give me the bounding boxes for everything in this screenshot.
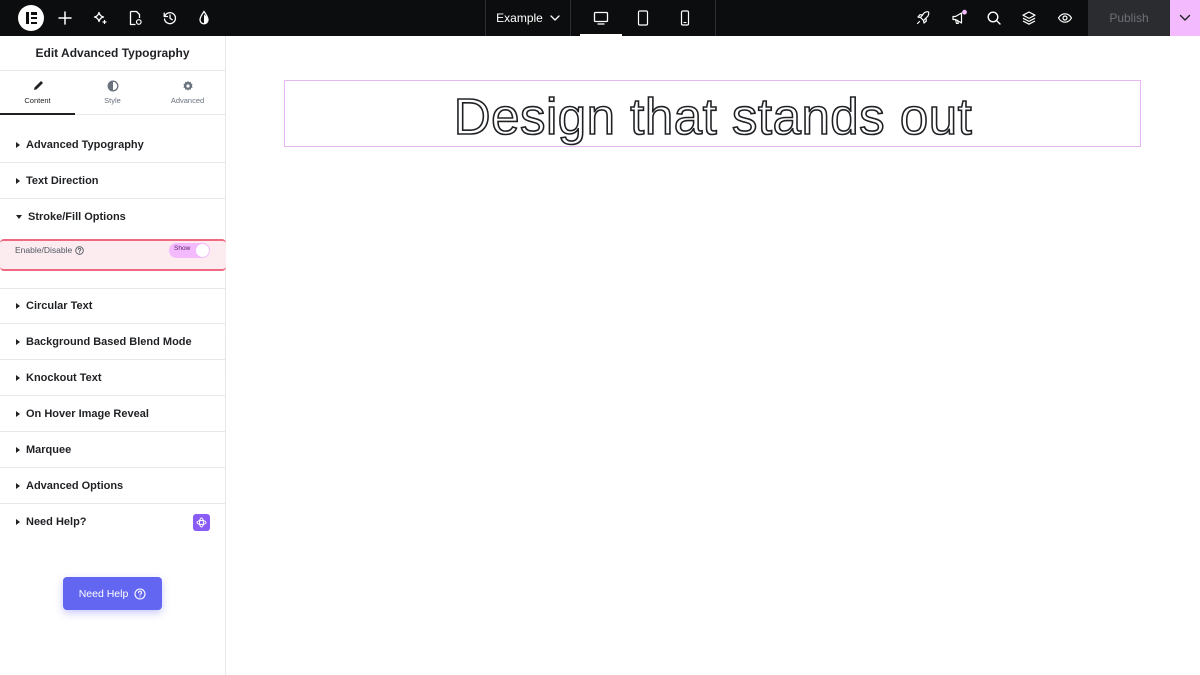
ai-sparkle-icon[interactable]: [82, 0, 118, 36]
site-settings-drop-icon[interactable]: [186, 0, 222, 36]
document-name: Example: [496, 11, 543, 25]
section-label: Text Direction: [26, 174, 99, 187]
tab-label: Advanced: [170, 96, 205, 105]
chevron-down-icon: [1179, 14, 1191, 21]
preview-canvas: Design that stands out: [227, 36, 1200, 675]
section-label: Marquee: [26, 443, 72, 456]
section-label: Advanced Options: [26, 479, 124, 492]
tablet-icon: [637, 10, 649, 26]
help-circle-icon[interactable]: [75, 245, 84, 255]
tablet-device-button[interactable]: [622, 0, 664, 36]
pencil-icon: [33, 81, 43, 90]
show-toggle-switch[interactable]: Show: [169, 243, 210, 258]
search-icon[interactable]: [976, 0, 1012, 36]
toggle-state-label: Show: [174, 245, 191, 252]
rocket-icon[interactable]: [905, 0, 941, 36]
divider: [570, 0, 571, 36]
caret-right-icon: [16, 374, 20, 381]
add-icon[interactable]: [47, 0, 83, 36]
caret-right-icon: [16, 303, 20, 309]
section-advanced-typography[interactable]: Advanced Typography: [0, 127, 226, 163]
tab-style[interactable]: Style: [75, 71, 150, 114]
history-icon[interactable]: [152, 0, 188, 36]
section-circular-text[interactable]: Circular Text: [0, 288, 226, 324]
panel-tabs: Content Style Advanced: [0, 70, 225, 115]
need-help-label: Need Help: [78, 587, 129, 600]
caret-right-icon: [16, 410, 20, 417]
half-circle-icon: [107, 80, 118, 92]
toggle-knob: [196, 244, 209, 257]
enable-disable-control: Enable/Disable Show: [0, 239, 226, 271]
editor-panel: Edit Advanced Typography Content Style A…: [0, 36, 226, 675]
section-text-direction[interactable]: Text Direction: [0, 163, 226, 199]
caret-right-icon: [16, 141, 20, 148]
help-circle-icon: [134, 587, 146, 600]
desktop-icon: [593, 11, 609, 25]
caret-right-icon: [16, 519, 20, 525]
section-hover-image-reveal[interactable]: On Hover Image Reveal: [0, 396, 226, 432]
structure-layers-icon[interactable]: [1011, 0, 1047, 36]
elementor-logo-icon[interactable]: [18, 5, 44, 31]
desktop-device-button[interactable]: [580, 0, 622, 36]
mobile-device-button[interactable]: [664, 0, 706, 36]
section-label: Knockout Text: [26, 371, 102, 384]
need-help-button[interactable]: Need Help: [63, 577, 162, 610]
section-label: Advanced Typography: [26, 138, 144, 151]
tab-content[interactable]: Content: [0, 71, 75, 115]
tab-label: Style: [104, 96, 121, 105]
section-label: Background Based Blend Mode: [26, 335, 192, 348]
advanced-typography-widget[interactable]: Design that stands out: [284, 80, 1141, 147]
caret-right-icon: [16, 338, 20, 345]
control-label: Enable/Disable: [15, 245, 84, 255]
headline-stroke-svg: Design that stands out: [453, 87, 973, 146]
caret-right-icon: [16, 482, 20, 489]
section-advanced-options[interactable]: Advanced Options: [0, 468, 226, 504]
section-knockout-text[interactable]: Knockout Text: [0, 360, 226, 396]
panel-title: Edit Advanced Typography: [35, 46, 190, 60]
tab-advanced[interactable]: Advanced: [150, 71, 225, 114]
caret-down-icon: [16, 215, 22, 219]
section-label: Circular Text: [26, 300, 93, 312]
caret-right-icon: [16, 177, 20, 184]
chevron-down-icon: [550, 15, 560, 21]
section-stroke-fill-options[interactable]: Stroke/Fill Options: [0, 199, 226, 235]
section-label: Need Help?: [26, 516, 87, 528]
gear-icon: [182, 80, 193, 91]
preview-eye-icon[interactable]: [1047, 0, 1083, 36]
section-label: Stroke/Fill Options: [28, 211, 126, 223]
divider: [715, 0, 716, 36]
section-label: On Hover Image Reveal: [26, 407, 149, 420]
publish-options-button[interactable]: [1170, 0, 1200, 36]
caret-right-icon: [16, 446, 20, 453]
mobile-icon: [680, 10, 690, 26]
tab-label: Content: [24, 96, 51, 105]
section-background-blend-mode[interactable]: Background Based Blend Mode: [0, 324, 226, 360]
document-name-dropdown[interactable]: Example: [486, 0, 570, 36]
plugin-brand-icon[interactable]: [193, 514, 210, 531]
section-marquee[interactable]: Marquee: [0, 432, 226, 468]
publish-button[interactable]: Publish: [1088, 0, 1170, 36]
top-bar: Example Publish: [0, 0, 1200, 36]
page-settings-icon[interactable]: [117, 0, 153, 36]
headline-text: Design that stands out: [454, 88, 973, 145]
announcements-icon[interactable]: [941, 0, 977, 36]
